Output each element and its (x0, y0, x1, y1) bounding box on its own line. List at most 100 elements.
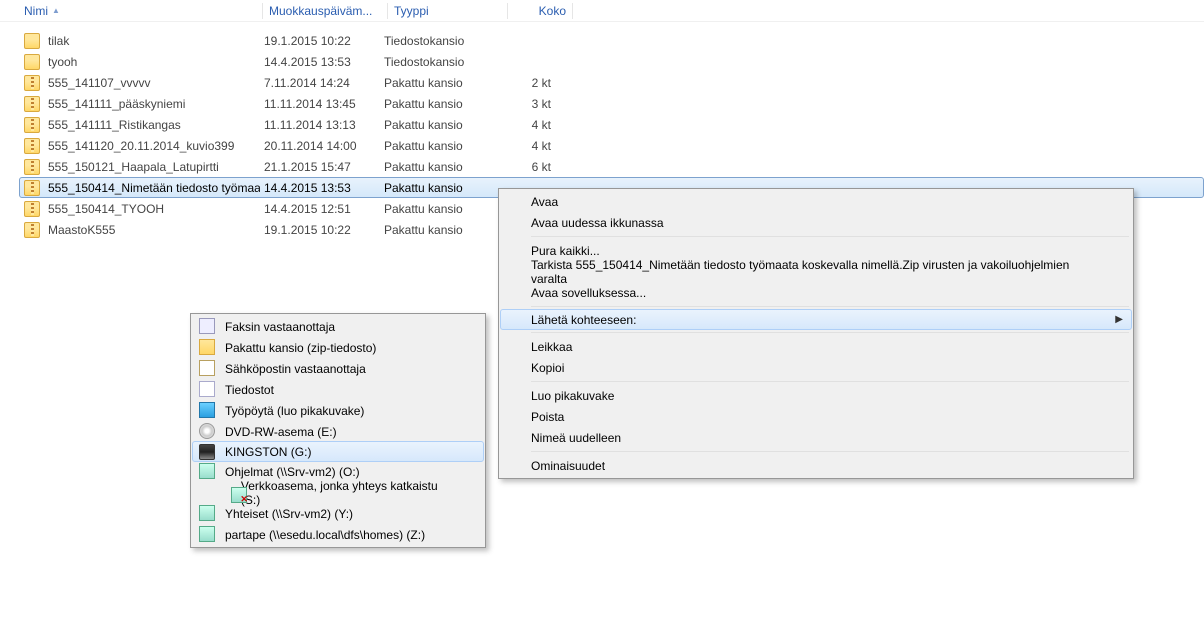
menu-separator (531, 451, 1129, 452)
sendto-item[interactable]: partape (\\esedu.local\dfs\homes) (Z:) (193, 524, 483, 545)
context-menu-item[interactable]: Tarkista 555_150414_Nimetään tiedosto ty… (501, 261, 1131, 282)
column-separator (387, 3, 388, 19)
file-size: 4 kt (495, 137, 555, 155)
dvd-icon (199, 423, 215, 439)
sendto-item[interactable]: KINGSTON (G:) (192, 441, 484, 462)
file-type: Pakattu kansio (380, 74, 495, 92)
sendto-label: Pakattu kansio (zip-tiedosto) (225, 341, 376, 355)
zip-icon (24, 96, 40, 112)
sendto-item[interactable]: Yhteiset (\\Srv-vm2) (Y:) (193, 503, 483, 524)
zip-icon (24, 159, 40, 175)
context-menu-item[interactable]: Avaa (501, 191, 1131, 212)
context-menu-label: Avaa sovelluksessa... (531, 286, 646, 300)
sendto-label: KINGSTON (G:) (225, 445, 311, 459)
fax-icon (199, 318, 215, 334)
zip-icon (199, 339, 215, 355)
file-size: 2 kt (495, 74, 555, 92)
file-date: 20.11.2014 14:00 (260, 137, 380, 155)
file-type: Pakattu kansio (380, 179, 495, 197)
context-menu-item[interactable]: Leikkaa (501, 336, 1131, 357)
file-row[interactable]: 555_150121_Haapala_Latupirtti 21.1.2015 1… (20, 156, 1204, 177)
column-separator (262, 3, 263, 19)
net-icon (199, 526, 215, 542)
file-name: tilak (48, 34, 69, 48)
context-menu-item[interactable]: Poista (501, 406, 1131, 427)
sendto-item[interactable]: Työpöytä (luo pikakuvake) (193, 400, 483, 421)
context-menu-label: Pura kaikki... (531, 244, 600, 258)
context-menu-label: Luo pikakuvake (531, 389, 614, 403)
sendto-item[interactable]: Pakattu kansio (zip-tiedosto) (193, 337, 483, 358)
file-size: 6 kt (495, 158, 555, 176)
menu-separator (531, 332, 1129, 333)
doc-icon (199, 381, 215, 397)
file-name: 555_141111_pääskyniemi (48, 97, 185, 111)
header-name[interactable]: Nimi ▲ (20, 1, 260, 21)
context-menu-item[interactable]: Luo pikakuvake (501, 385, 1131, 406)
file-name: tyooh (48, 55, 77, 69)
sendto-submenu[interactable]: Faksin vastaanottaja Pakattu kansio (zip-… (190, 313, 486, 548)
file-row[interactable]: 555_141120_20.11.2014_kuvio39920.11.2014… (20, 135, 1204, 156)
file-size: 4 kt (495, 116, 555, 134)
context-menu-label: Kopioi (531, 361, 564, 375)
file-row[interactable]: 555_141111_Ristikangas11.11.2014 13:13Pa… (20, 114, 1204, 135)
file-row[interactable]: 555_141111_pääskyniemi11.11.2014 13:45Pa… (20, 93, 1204, 114)
context-menu-label: Poista (531, 410, 564, 424)
file-date: 7.11.2014 14:24 (260, 74, 380, 92)
net-icon (199, 505, 215, 521)
file-date: 11.11.2014 13:13 (260, 116, 380, 134)
file-row[interactable]: tyooh 14.4.2015 13:53Tiedostokansio (20, 51, 1204, 72)
file-type: Pakattu kansio (380, 137, 495, 155)
zip-icon (24, 75, 40, 91)
sort-asc-icon: ▲ (52, 6, 60, 15)
file-type: Tiedostokansio (380, 53, 495, 71)
context-menu-item[interactable]: Lähetä kohteeseen:▶ (500, 309, 1132, 330)
zip-icon (24, 138, 40, 154)
file-name: 555_141111_Ristikangas (48, 118, 181, 132)
context-menu-label: Avaa uudessa ikkunassa (531, 216, 664, 230)
file-size (495, 60, 555, 64)
sendto-label: Sähköpostin vastaanottaja (225, 362, 366, 376)
header-size[interactable]: Koko (510, 1, 570, 21)
sendto-item[interactable]: Sähköpostin vastaanottaja (193, 358, 483, 379)
sendto-item[interactable]: Faksin vastaanottaja (193, 316, 483, 337)
context-menu-item[interactable]: Ominaisuudet (501, 455, 1131, 476)
file-name: 555_150121_Haapala_Latupirtti (48, 160, 219, 174)
context-menu-label: Leikkaa (531, 340, 572, 354)
file-row[interactable]: 555_141107_vvvvv7.11.2014 14:24Pakattu k… (20, 72, 1204, 93)
sendto-label: partape (\\esedu.local\dfs\homes) (Z:) (225, 528, 425, 542)
net-icon (199, 463, 215, 479)
context-menu-item[interactable]: Kopioi (501, 357, 1131, 378)
zip-icon (24, 222, 40, 238)
zip-icon (24, 201, 40, 217)
usb-icon (199, 444, 215, 460)
file-type: Pakattu kansio (380, 200, 495, 218)
file-size: 3 kt (495, 95, 555, 113)
context-menu-item[interactable]: Avaa sovelluksessa... (501, 282, 1131, 303)
file-type: Pakattu kansio (380, 221, 495, 239)
sendto-item[interactable]: Tiedostot (193, 379, 483, 400)
context-menu-label: Nimeä uudelleen (531, 431, 621, 445)
context-menu-label: Ominaisuudet (531, 459, 605, 473)
sendto-label: Tiedostot (225, 383, 274, 397)
file-name: 555_150414_TYOOH (48, 202, 164, 216)
menu-separator (531, 306, 1129, 307)
context-menu[interactable]: Avaa Avaa uudessa ikkunassa Pura kaikki...… (498, 188, 1134, 479)
column-headers: Nimi ▲ Muokkauspäiväm... Tyyppi Koko (0, 0, 1204, 22)
header-date[interactable]: Muokkauspäiväm... (265, 1, 385, 21)
sendto-item[interactable]: Verkkoasema, jonka yhteys katkaistu (S:) (193, 482, 483, 503)
sendto-item[interactable]: DVD-RW-asema (E:) (193, 421, 483, 442)
file-size (495, 39, 555, 43)
file-row[interactable]: tilak19.1.2015 10:22Tiedostokansio (20, 30, 1204, 51)
file-type: Pakattu kansio (380, 158, 495, 176)
file-date: 19.1.2015 10:22 (260, 221, 380, 239)
header-type[interactable]: Tyyppi (390, 1, 505, 21)
file-date: 14.4.2015 13:53 (260, 53, 380, 71)
file-date: 19.1.2015 10:22 (260, 32, 380, 50)
sendto-label: Ohjelmat (\\Srv-vm2) (O:) (225, 465, 360, 479)
file-date: 14.4.2015 13:53 (260, 179, 380, 197)
file-date: 21.1.2015 15:47 (260, 158, 380, 176)
context-menu-item[interactable]: Nimeä uudelleen (501, 427, 1131, 448)
header-name-label: Nimi (24, 4, 48, 18)
file-name: 555_150414_Nimetään tiedosto työmaata... (48, 181, 260, 195)
context-menu-item[interactable]: Avaa uudessa ikkunassa (501, 212, 1131, 233)
